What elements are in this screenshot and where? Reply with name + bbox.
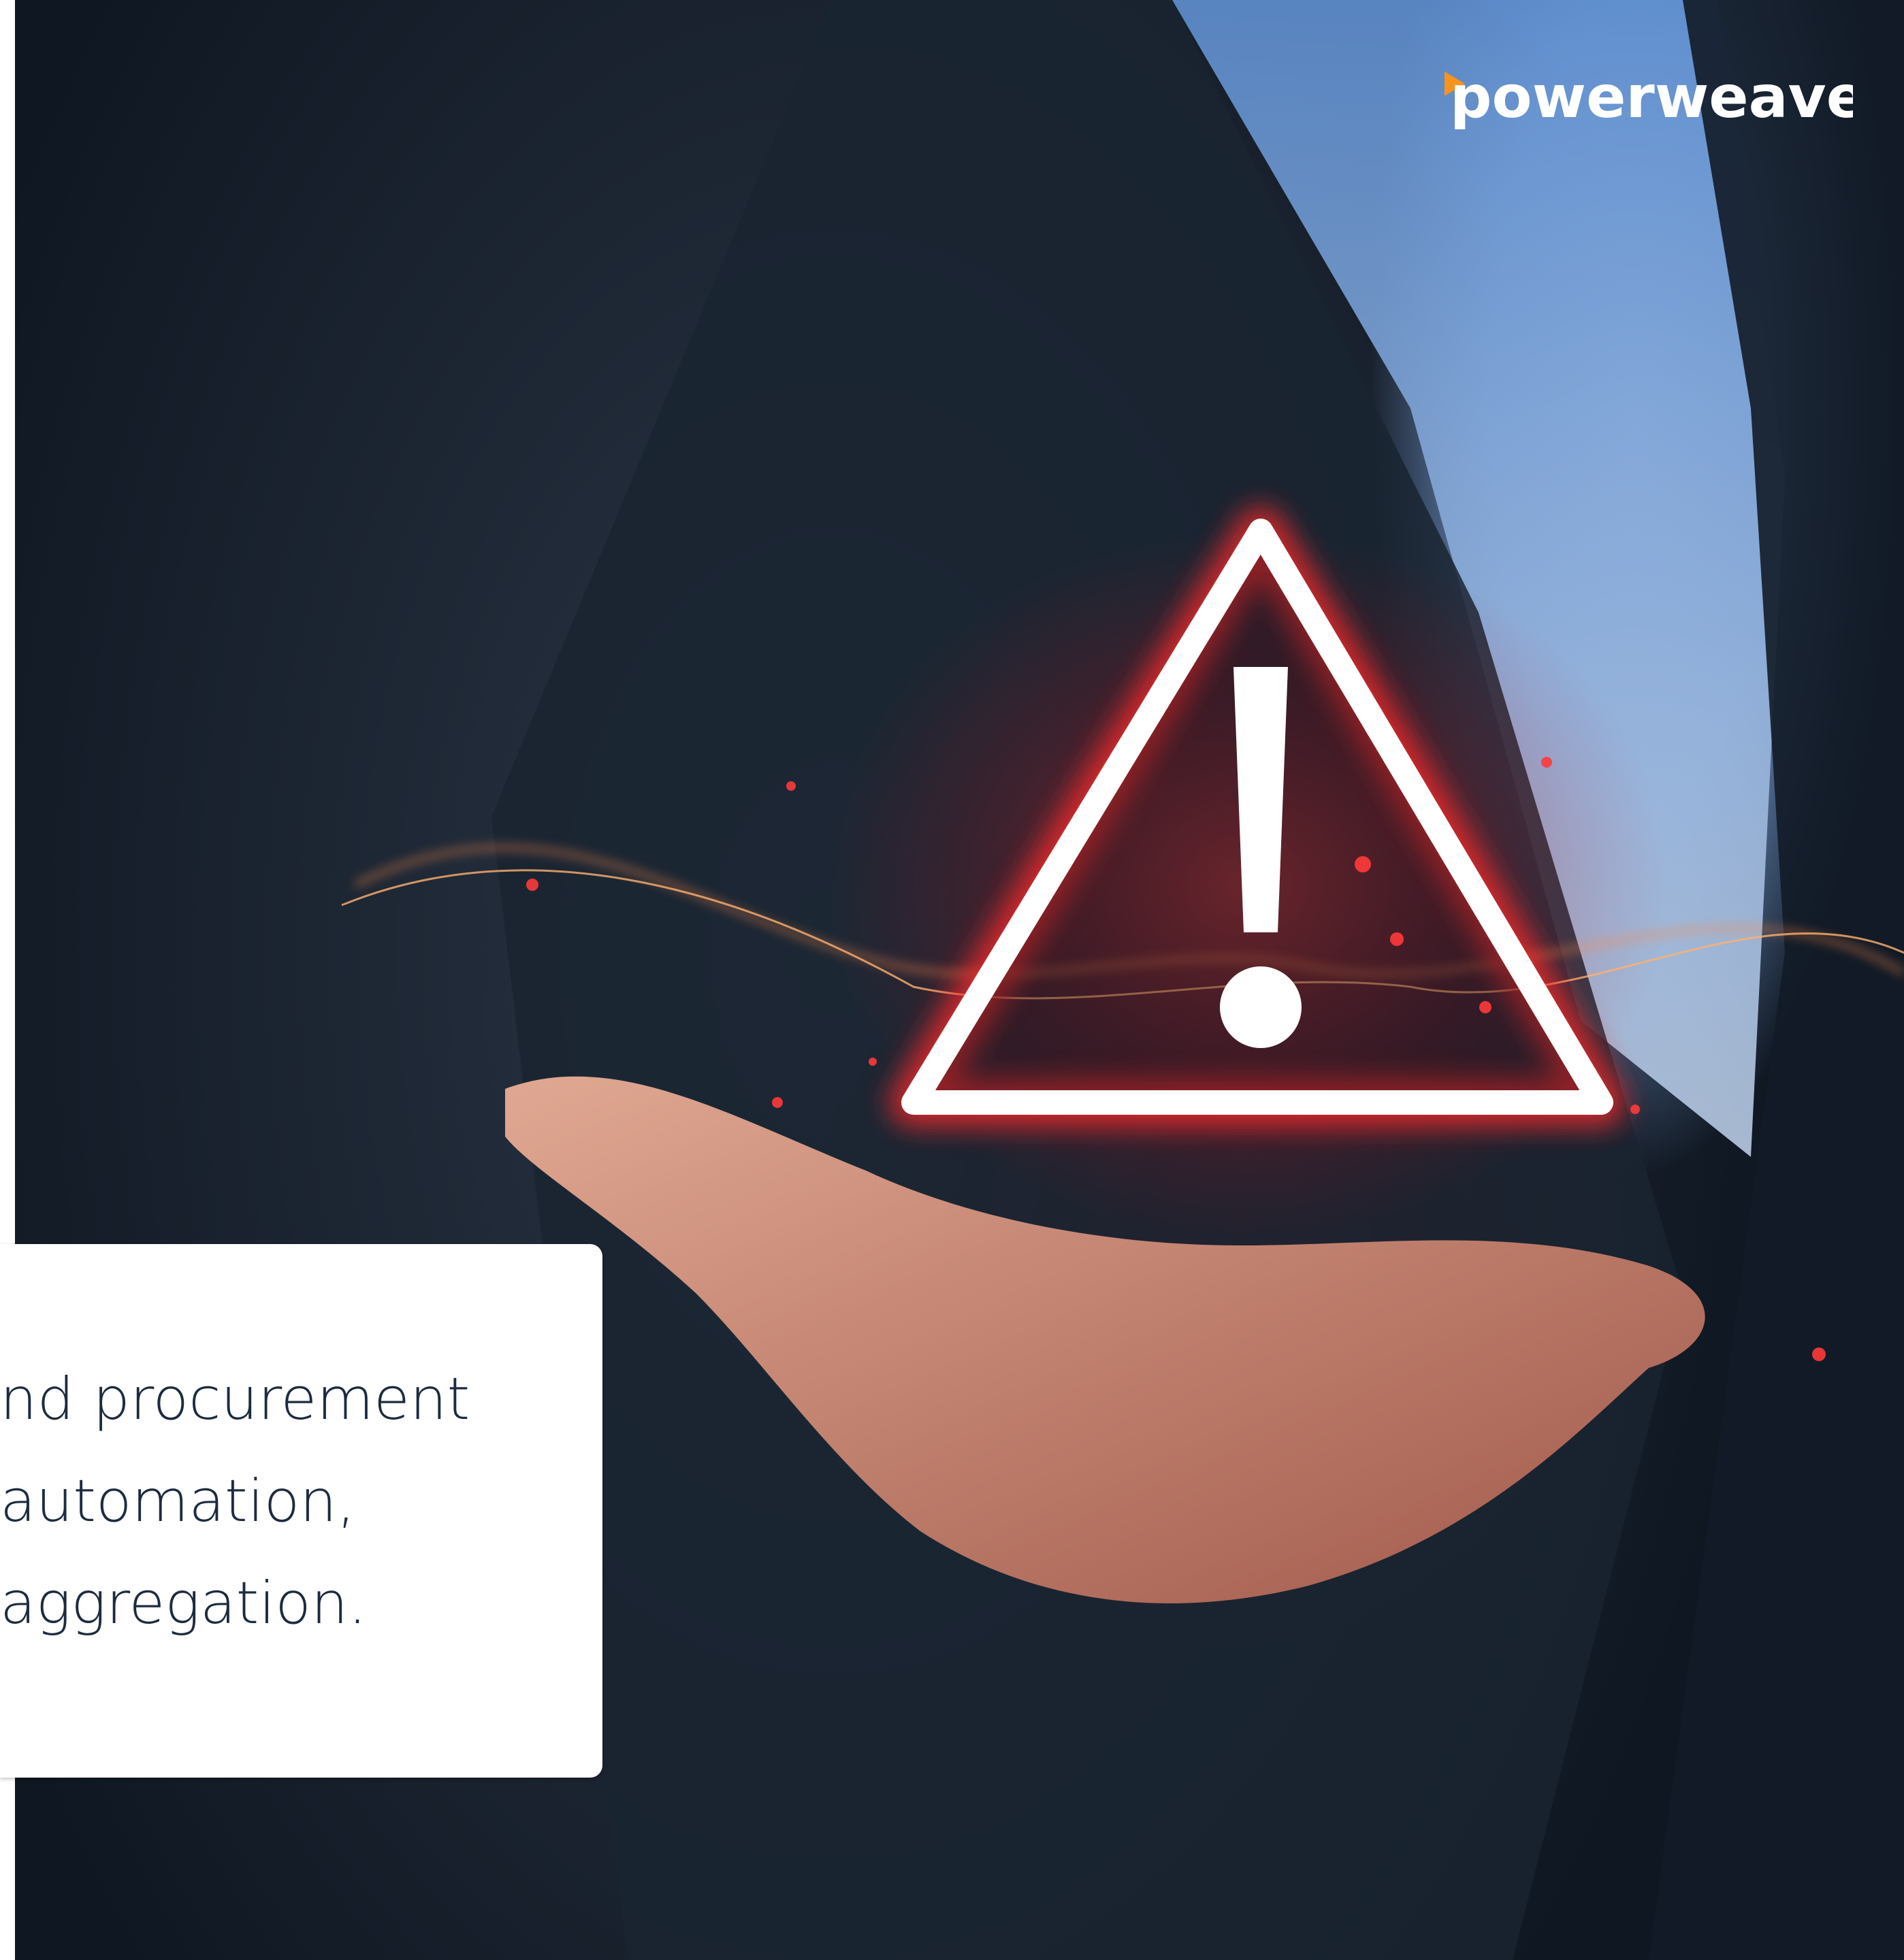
powerweave-logo: powerweave	[1445, 63, 1853, 131]
card-line-1: nd procurement	[0, 1365, 470, 1433]
logo-wordmark: powerweave	[1450, 63, 1853, 131]
text-card: nd procurement automation, aggregation.	[0, 1244, 602, 1778]
card-line-2: automation,	[0, 1467, 356, 1535]
card-line-3: aggregation.	[0, 1569, 367, 1637]
